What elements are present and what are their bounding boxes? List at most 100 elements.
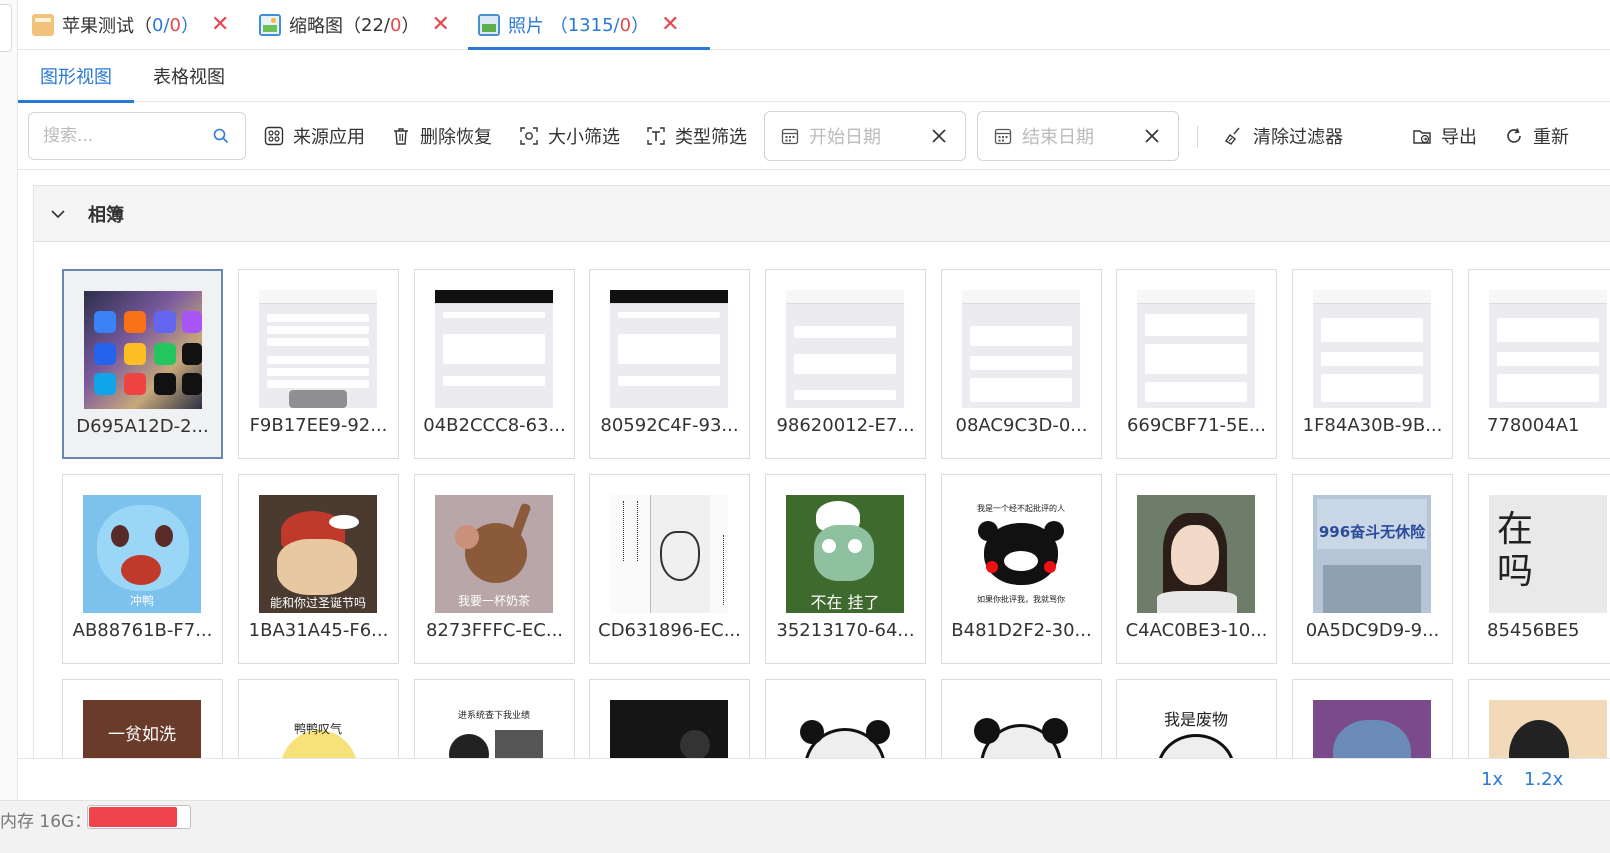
memory-label: 内存 16G：	[0, 812, 92, 832]
thumbnail-item[interactable]: 1F84A30B-9B...	[1292, 269, 1453, 459]
sidebar-collapsed-item[interactable]	[0, 4, 12, 52]
thumbnail-caption: 80592C4F-93...	[600, 415, 739, 436]
tab-paren: ）	[401, 16, 420, 37]
source-app-button[interactable]: 来源应用	[264, 112, 365, 160]
image-caption-text: 一贫如洗	[108, 725, 176, 745]
clear-icon[interactable]	[931, 128, 947, 144]
tab-table-view[interactable]: 表格视图	[153, 50, 225, 102]
thumbnail-image	[259, 290, 377, 408]
thumbnail-item[interactable]: 能和你过圣诞节吗 1BA31A45-F6...	[238, 474, 399, 664]
search-box	[28, 112, 246, 160]
search-input[interactable]	[29, 113, 194, 159]
thumbnail-item[interactable]: F9B17EE9-92...	[238, 269, 399, 459]
image-caption-text: 冲鸭	[129, 594, 154, 608]
thumbnail-item[interactable]: 80592C4F-93...	[589, 269, 750, 459]
thumbnail-image: 鸭鸭叹气	[259, 700, 377, 758]
thumbnail-caption: 669CBF71-5E...	[1126, 415, 1267, 436]
export-button[interactable]: 导出	[1412, 112, 1477, 160]
thumbnail-item[interactable]: 一贫如洗	[62, 679, 223, 758]
thumbnail-image	[1137, 290, 1255, 408]
calendar-icon	[781, 128, 799, 145]
thumbnail-caption: F9B17EE9-92...	[249, 415, 388, 436]
memory-usage-bar	[87, 805, 191, 829]
thumbnail-item[interactable]: 778004A1	[1468, 269, 1610, 459]
refresh-icon	[1507, 128, 1521, 143]
tab-apple-test[interactable]: 苹果测试（ 0/0） ✕	[32, 0, 229, 50]
thumbnail-item[interactable]: C4AC0BE3-10...	[1116, 474, 1277, 664]
thumbnail-image: 我是一个经不起批评的人 如果你批评我，我就骂你	[962, 495, 1080, 613]
zoom-1x-option[interactable]: 1x	[1481, 769, 1503, 790]
thumbnail-item[interactable]	[941, 679, 1102, 758]
thumbnail-item[interactable]: 04B2CCC8-63...	[414, 269, 575, 459]
thumbnail-item[interactable]: 我是废物	[1116, 679, 1277, 758]
thumbnail-item[interactable]: 进系统查下我业绩	[414, 679, 575, 758]
thumbnail-caption: 8273FFFC-EC...	[425, 620, 564, 641]
thumbnail-image	[786, 290, 904, 408]
thumbnail-image: 冲鸭	[83, 495, 201, 613]
thumbnail-image: 996奋斗无休险	[1313, 495, 1431, 613]
thumbnail-item[interactable]: 我是一个经不起批评的人 如果你批评我，我就骂你 B481D2F2-30...	[941, 474, 1102, 664]
zoom-1-2x-option[interactable]: 1.2x	[1524, 769, 1563, 790]
size-filter-button[interactable]: 大小筛选	[519, 112, 620, 160]
image-caption-text: 不在 挂了	[810, 593, 880, 612]
tab-photos[interactable]: 照片 （ 1315/0） ✕	[468, 0, 709, 50]
status-bar: 内存 16G：	[0, 800, 1610, 853]
thumbnail-item[interactable]: 996奋斗无休险 0A5DC9D9-9...	[1292, 474, 1453, 664]
clear-filter-button[interactable]: 清除过滤器	[1224, 112, 1343, 160]
thumbnail-item[interactable]: 鸭鸭叹气	[238, 679, 399, 758]
thumbnail-item[interactable]: 08AC9C3D-0...	[941, 269, 1102, 459]
apps-grid-icon	[264, 126, 284, 146]
image-caption-text: 我是废物	[1163, 710, 1228, 729]
thumbnail-caption: CD631896-EC...	[598, 620, 741, 641]
thumbnail-caption: D695A12D-2...	[76, 416, 209, 437]
refresh-button[interactable]: 重新	[1504, 112, 1569, 160]
export-label: 导出	[1441, 127, 1477, 148]
thumbnail-image	[1313, 700, 1431, 758]
thumbnail-item[interactable]: CD631896-EC...	[589, 474, 750, 664]
delete-recover-button[interactable]: 删除恢复	[391, 112, 492, 160]
image-caption-text: 能和你过圣诞节吗	[269, 596, 366, 610]
image-caption-text: 我是一个经不起批评的人	[977, 504, 1065, 513]
thumbnail-item[interactable]: 我要一杯奶茶 8273FFFC-EC...	[414, 474, 575, 664]
thumbnail-item[interactable]	[1292, 679, 1453, 758]
tab-graphic-view[interactable]: 图形视图	[18, 50, 134, 103]
thumbnail-caption: 35213170-64...	[776, 620, 915, 641]
memory-usage-fill	[89, 807, 177, 827]
thumbnail-caption: B481D2F2-30...	[951, 620, 1092, 641]
type-filter-icon	[647, 127, 665, 145]
thumbnail-item[interactable]: 98620012-E7...	[765, 269, 926, 459]
thumbnail-item[interactable]	[765, 679, 926, 758]
thumbnail-item[interactable]	[589, 679, 750, 758]
start-date-placeholder: 开始日期	[809, 127, 881, 148]
thumbnail-item[interactable]: D695A12D-2...	[62, 269, 223, 459]
thumbnail-item[interactable]: 冲鸭 AB88761B-F7...	[62, 474, 223, 664]
export-icon	[1413, 130, 1431, 144]
chevron-down-icon[interactable]	[50, 206, 66, 222]
close-icon[interactable]: ✕	[431, 14, 449, 36]
tab-deleted-count: 0	[389, 14, 402, 36]
album-header[interactable]: 相簿	[34, 186, 1610, 242]
thumbnail-item[interactable]: 不在 挂了 35213170-64...	[765, 474, 926, 664]
delete-recover-label: 删除恢复	[420, 127, 492, 148]
close-icon[interactable]: ✕	[211, 14, 229, 36]
document-tab-bar: 苹果测试（ 0/0） ✕ 缩略图（ 22/0） ✕ 照片 （ 1315/0） ✕	[18, 0, 1610, 50]
tab-deleted-count: 0	[169, 14, 181, 36]
end-date-picker[interactable]: 结束日期	[977, 111, 1179, 161]
thumbnail-image	[962, 700, 1080, 758]
tab-paren: ）	[631, 16, 650, 37]
album-title: 相簿	[88, 204, 124, 226]
thumbnail-item[interactable]	[1468, 679, 1610, 758]
thumbnail-image: 一贫如洗	[83, 700, 201, 758]
type-filter-button[interactable]: 类型筛选	[646, 112, 747, 160]
thumbnail-item[interactable]: 在吗 85456BE5	[1468, 474, 1610, 664]
tab-thumbnails[interactable]: 缩略图（ 22/0） ✕	[259, 0, 450, 50]
thumbnail-image	[1137, 495, 1255, 613]
close-icon[interactable]: ✕	[661, 14, 679, 36]
start-date-picker[interactable]: 开始日期	[764, 111, 966, 161]
clear-icon[interactable]	[1144, 128, 1160, 144]
tab-label: 照片 （	[508, 16, 568, 37]
type-filter-label: 类型筛选	[675, 127, 747, 148]
thumbnail-item[interactable]: 669CBF71-5E...	[1116, 269, 1277, 459]
search-icon[interactable]	[213, 128, 229, 144]
zoom-bar: 1x 1.2x	[18, 758, 1610, 800]
